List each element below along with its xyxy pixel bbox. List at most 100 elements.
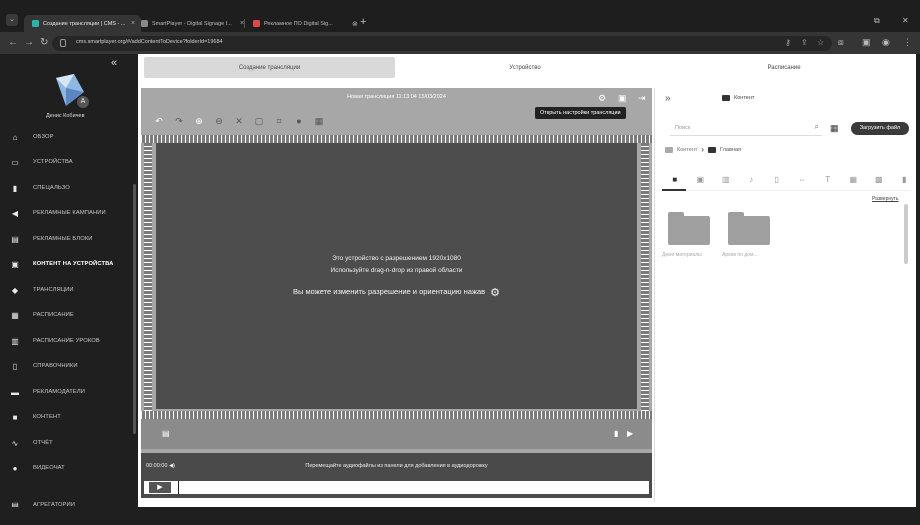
search-icon[interactable]: ⌕ [815,122,819,132]
layers-icon[interactable]: ▤ [162,429,170,438]
filter-folder-icon[interactable]: ■ [662,175,688,184]
sidebar-item-content-devices[interactable]: ▣ Контент на устройства [0,254,138,274]
sidebar-item-label: Контент [33,414,61,420]
filter-image-icon[interactable]: ▣ [688,175,714,184]
sidebar-item-videochat[interactable]: ● Видеочат [0,458,138,478]
tab-create-broadcast[interactable]: Создание трансляции [144,57,395,78]
canvas-resolution-text: Это устройство с разрешением 1920x1080 [332,255,461,262]
sidebar-item-ad-blocks[interactable]: ▤ Рекламные блоки [0,229,138,249]
filter-widget-icon[interactable]: ▩ [866,175,892,184]
profile-icon[interactable]: ◉ [882,37,890,48]
reference-icon: ▯ [12,361,18,371]
sidebar-item-special[interactable]: ▮ Спецальзо [0,178,138,198]
tab-search-icon[interactable]: ⌄ [6,14,18,26]
content-scrollbar[interactable] [904,204,908,264]
filter-text-icon[interactable]: T [815,175,841,184]
key-icon[interactable]: ⚷ [785,38,791,47]
extensions-icon[interactable]: ⧈ [838,37,844,48]
folder-icon [722,95,730,101]
redo-icon[interactable]: ↷ [169,116,189,127]
folder-icon [668,212,710,245]
sidebar-item-report[interactable]: ∿ Отчёт [0,433,138,453]
close-window-icon[interactable]: ✕ [902,16,909,25]
file-icon[interactable]: ▮ [614,429,618,438]
filter-audio-icon[interactable]: ♪ [739,175,765,184]
sidebar-item-schedule[interactable]: ▦ Расписание [0,305,138,325]
address-bar[interactable]: cms.smartplayer.org/#/addContentToDevice… [52,36,832,51]
browser-tab-2[interactable]: SmartPlayer - Digital Signage I... × [133,15,250,32]
expand-panel-icon[interactable]: » [665,93,671,104]
sidebar-item-label: Обзор [33,134,54,140]
tab-schedule[interactable]: Расписание [655,57,913,78]
cut-icon[interactable]: ✕ [229,116,249,127]
megaphone-icon: ◀ [11,208,19,218]
chart-icon: ∿ [11,438,19,448]
filter-video-icon[interactable]: ▥ [713,175,739,184]
resolution-settings-gear-icon[interactable]: ⚙ [490,286,500,299]
sidebar-item-content[interactable]: ■ Контент [0,407,138,427]
ruler-bottom [141,411,652,419]
back-icon[interactable]: ← [8,37,18,49]
breadcrumb-current: Главная [720,146,741,153]
page-footer-area [0,507,920,525]
search-input[interactable]: Поиск ⌕ [670,121,822,136]
save-icon[interactable]: ▣ [618,93,627,104]
sidebar-item-advertisers[interactable]: ▬ Рекламодатели [0,382,138,402]
filter-link-icon[interactable]: ⇔ [790,175,816,184]
timeline-cursor[interactable] [178,481,179,494]
filter-document-icon[interactable]: ▯ [764,175,790,184]
sidebar-item-devices[interactable]: ▭ Устройства [0,152,138,172]
url-text[interactable]: cms.smartplayer.org/#/addContentToDevice… [76,39,223,45]
undo-icon[interactable]: ↶ [149,116,169,127]
lock-icon[interactable] [60,39,66,47]
bookmark-icon[interactable]: ☆ [817,38,824,47]
forward-icon[interactable]: → [24,37,34,49]
sidebar-item-campaigns[interactable]: ◀ Рекламные кампании [0,203,138,223]
circle-icon[interactable]: ● [289,116,309,127]
grid-icon[interactable]: ▦ [309,116,329,127]
ruler-right [641,143,649,411]
sidebar-item-broadcasts[interactable]: ◆ Трансляции [0,280,138,300]
reload-icon[interactable]: ↻ [40,37,48,49]
home-icon: ⌂ [12,132,18,142]
device-canvas[interactable]: Это устройство с разрешением 1920x1080 И… [156,143,637,409]
active-filter-indicator [662,189,686,191]
zoom-out-icon[interactable]: ⊖ [209,116,229,127]
browser-tab-1[interactable]: Создание трансляции | CMS - ... × [24,15,142,32]
close-tab-icon[interactable]: ⊗ [352,20,358,28]
sidebar-item-reference[interactable]: ▯ Справочники [0,356,138,376]
filter-other-icon[interactable]: ▮ [892,175,918,184]
tab-device[interactable]: Устройство [396,57,654,78]
sidebar-item-label: Расписание уроков [33,338,100,344]
avatar[interactable]: A [77,96,89,108]
sidepanel-icon[interactable]: ▣ [862,37,871,48]
exit-icon[interactable]: ⇥ [638,93,646,104]
crop-icon[interactable]: ⌗ [269,116,289,127]
collapse-sidebar-icon[interactable]: « [111,57,117,69]
calendar-icon: ▦ [11,310,19,320]
content-panel-title: Контент [722,95,754,101]
minimize-icon[interactable]: ⧉ [874,16,880,26]
sidebar-scrollbar[interactable] [133,184,136,434]
share-icon[interactable]: ⇪ [801,38,808,47]
browser-tab-3[interactable]: Рекламное ПО Digital Sig... ⊗ [245,15,364,32]
frame-icon[interactable]: ▢ [249,116,269,127]
main-content: Создание трансляции Устройство Расписани… [138,54,916,507]
folder-icon [708,146,717,153]
sidebar-item-overview[interactable]: ⌂ Обзор [0,127,138,147]
zoom-in-icon[interactable]: ⊕ [189,116,209,127]
sidebar-item-label: Видеочат [33,465,65,471]
settings-gear-icon[interactable]: ⚙ [598,93,606,104]
grid-view-icon[interactable]: ▦ [830,123,839,134]
filter-table-icon[interactable]: ▦ [841,175,867,184]
upload-file-button[interactable]: Загрузить файл [851,122,909,135]
sidebar-item-label: Трансляции [33,287,74,293]
video-icon[interactable]: ▶ [627,429,633,438]
audio-track[interactable]: ▶ [144,481,649,494]
breadcrumb-root[interactable]: Контент [677,147,697,153]
sidebar-item-lessons[interactable]: ▥ Расписание уроков [0,331,138,351]
play-button[interactable]: ▶ [149,482,171,493]
new-tab-icon[interactable]: + [360,16,366,28]
menu-icon[interactable]: ⋮ [903,37,912,48]
expand-link[interactable]: Развернуть [872,196,899,202]
